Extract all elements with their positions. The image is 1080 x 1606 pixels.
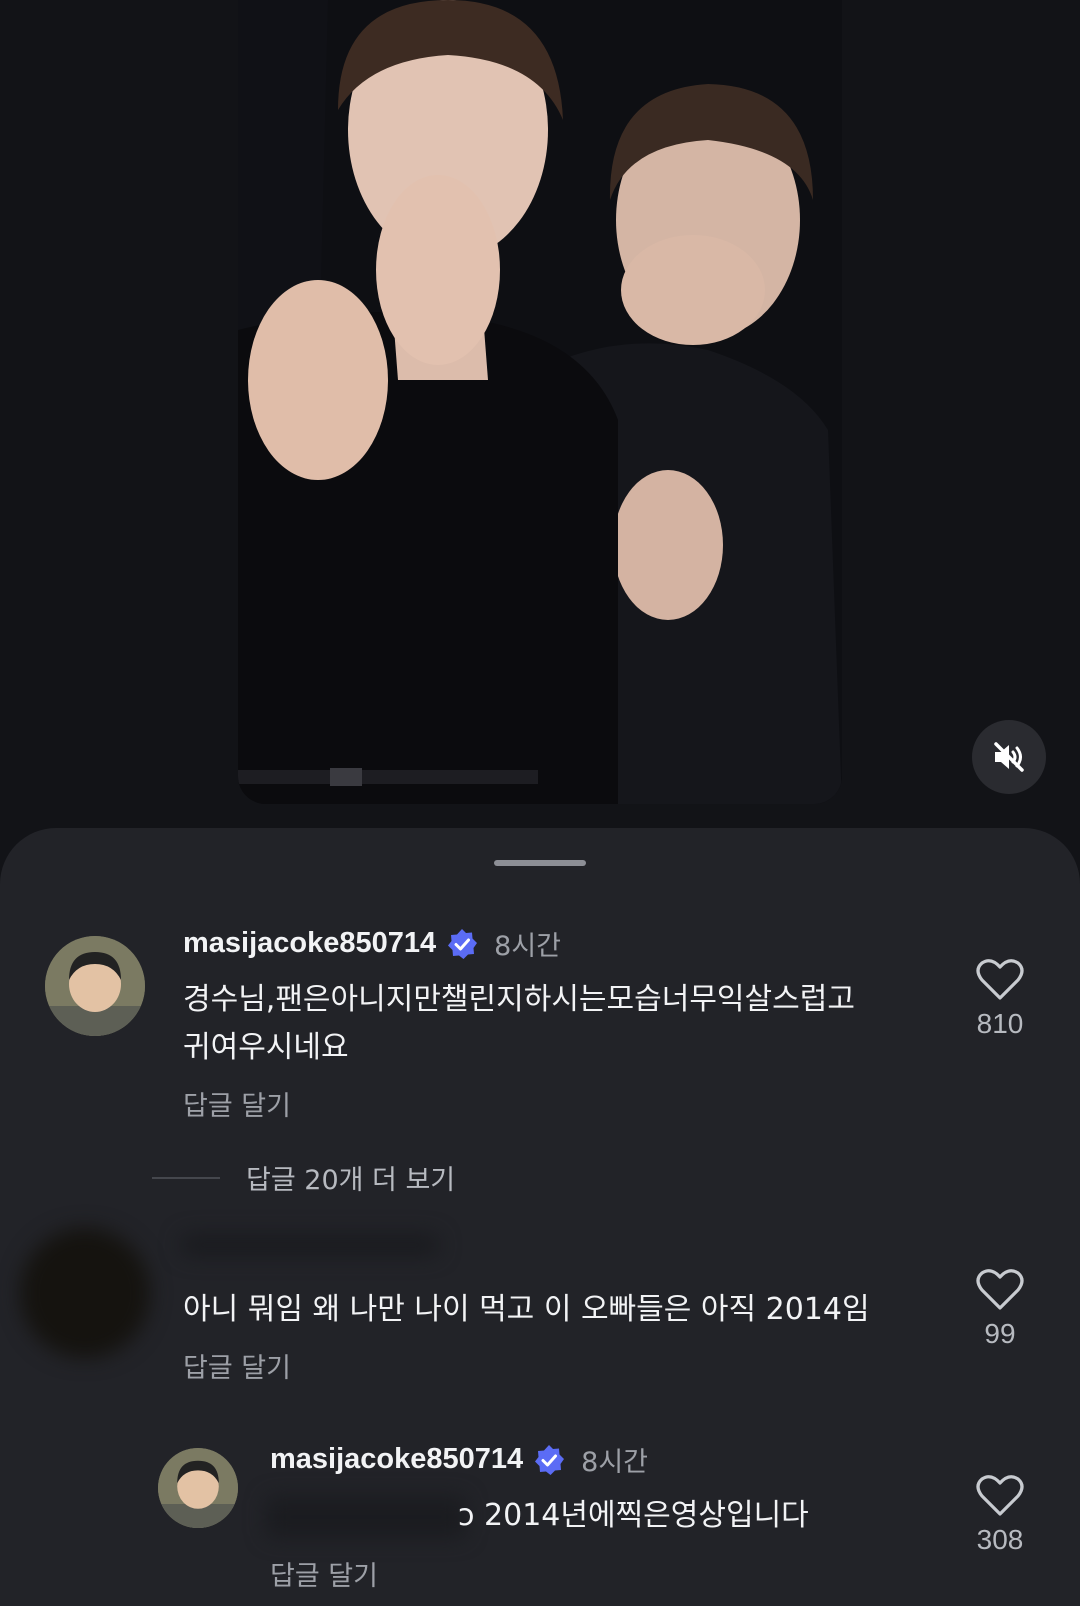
like-button[interactable]: 810 — [960, 958, 1040, 1040]
avatar-image — [158, 1448, 238, 1528]
username[interactable]: masijacoke850714 — [183, 927, 436, 960]
reply-button[interactable]: 답글 달기 — [183, 1084, 291, 1123]
avatar[interactable] — [158, 1448, 238, 1528]
comment-text: ↄ 2014년에찍은영상입니다 — [458, 1498, 809, 1533]
like-count: 308 — [976, 1524, 1024, 1555]
comment-meta: masijacoke850714 8시간 — [183, 924, 561, 963]
mention-redacted — [266, 1496, 466, 1538]
video-player[interactable] — [238, 0, 842, 804]
like-button[interactable]: 308 — [960, 1474, 1040, 1556]
like-button[interactable]: 99 — [960, 1268, 1040, 1350]
comment-meta: masijacoke850714 8시간 — [270, 1440, 648, 1479]
heart-icon — [976, 1269, 1024, 1310]
comment-text: 경수님,팬은아니지만챌린지하시는모습너무익살스럽고 귀여우시네요 — [183, 976, 855, 1072]
verified-badge-icon — [535, 1444, 565, 1475]
like-count: 99 — [984, 1318, 1016, 1349]
comment-time: 8시간 — [494, 931, 562, 962]
avatar[interactable] — [45, 936, 145, 1036]
speaker-muted-icon — [994, 742, 1024, 772]
avatar[interactable] — [20, 1228, 150, 1358]
username-redacted — [180, 1234, 440, 1256]
comment-time: 8시간 — [581, 1447, 649, 1478]
comment-text-line: 경수님,팬은아니지만챌린지하시는모습너무익살스럽고 — [183, 982, 855, 1017]
video-area — [0, 0, 1080, 830]
avatar-image — [45, 936, 145, 1036]
heart-icon — [976, 1475, 1024, 1516]
verified-badge-icon — [448, 928, 478, 959]
view-more-replies[interactable]: 답글 20개 더 보기 — [152, 1158, 455, 1197]
heart-icon — [976, 959, 1024, 1000]
reply-button[interactable]: 답글 달기 — [183, 1346, 291, 1385]
view-more-replies-label: 답글 20개 더 보기 — [246, 1165, 456, 1196]
comment-text-line: 귀여우시네요 — [183, 1030, 349, 1065]
comment-text: 아니 뭐임 왜 나만 나이 먹고 이 오빠들은 아직 2014임 — [183, 1292, 870, 1327]
username[interactable]: masijacoke850714 — [270, 1443, 523, 1476]
video-still — [238, 0, 842, 804]
like-count: 810 — [976, 1008, 1024, 1039]
reply-button[interactable]: 답글 달기 — [270, 1554, 378, 1593]
mute-toggle-button[interactable] — [972, 720, 1046, 794]
sheet-drag-handle[interactable] — [494, 860, 586, 866]
divider — [152, 1176, 220, 1179]
